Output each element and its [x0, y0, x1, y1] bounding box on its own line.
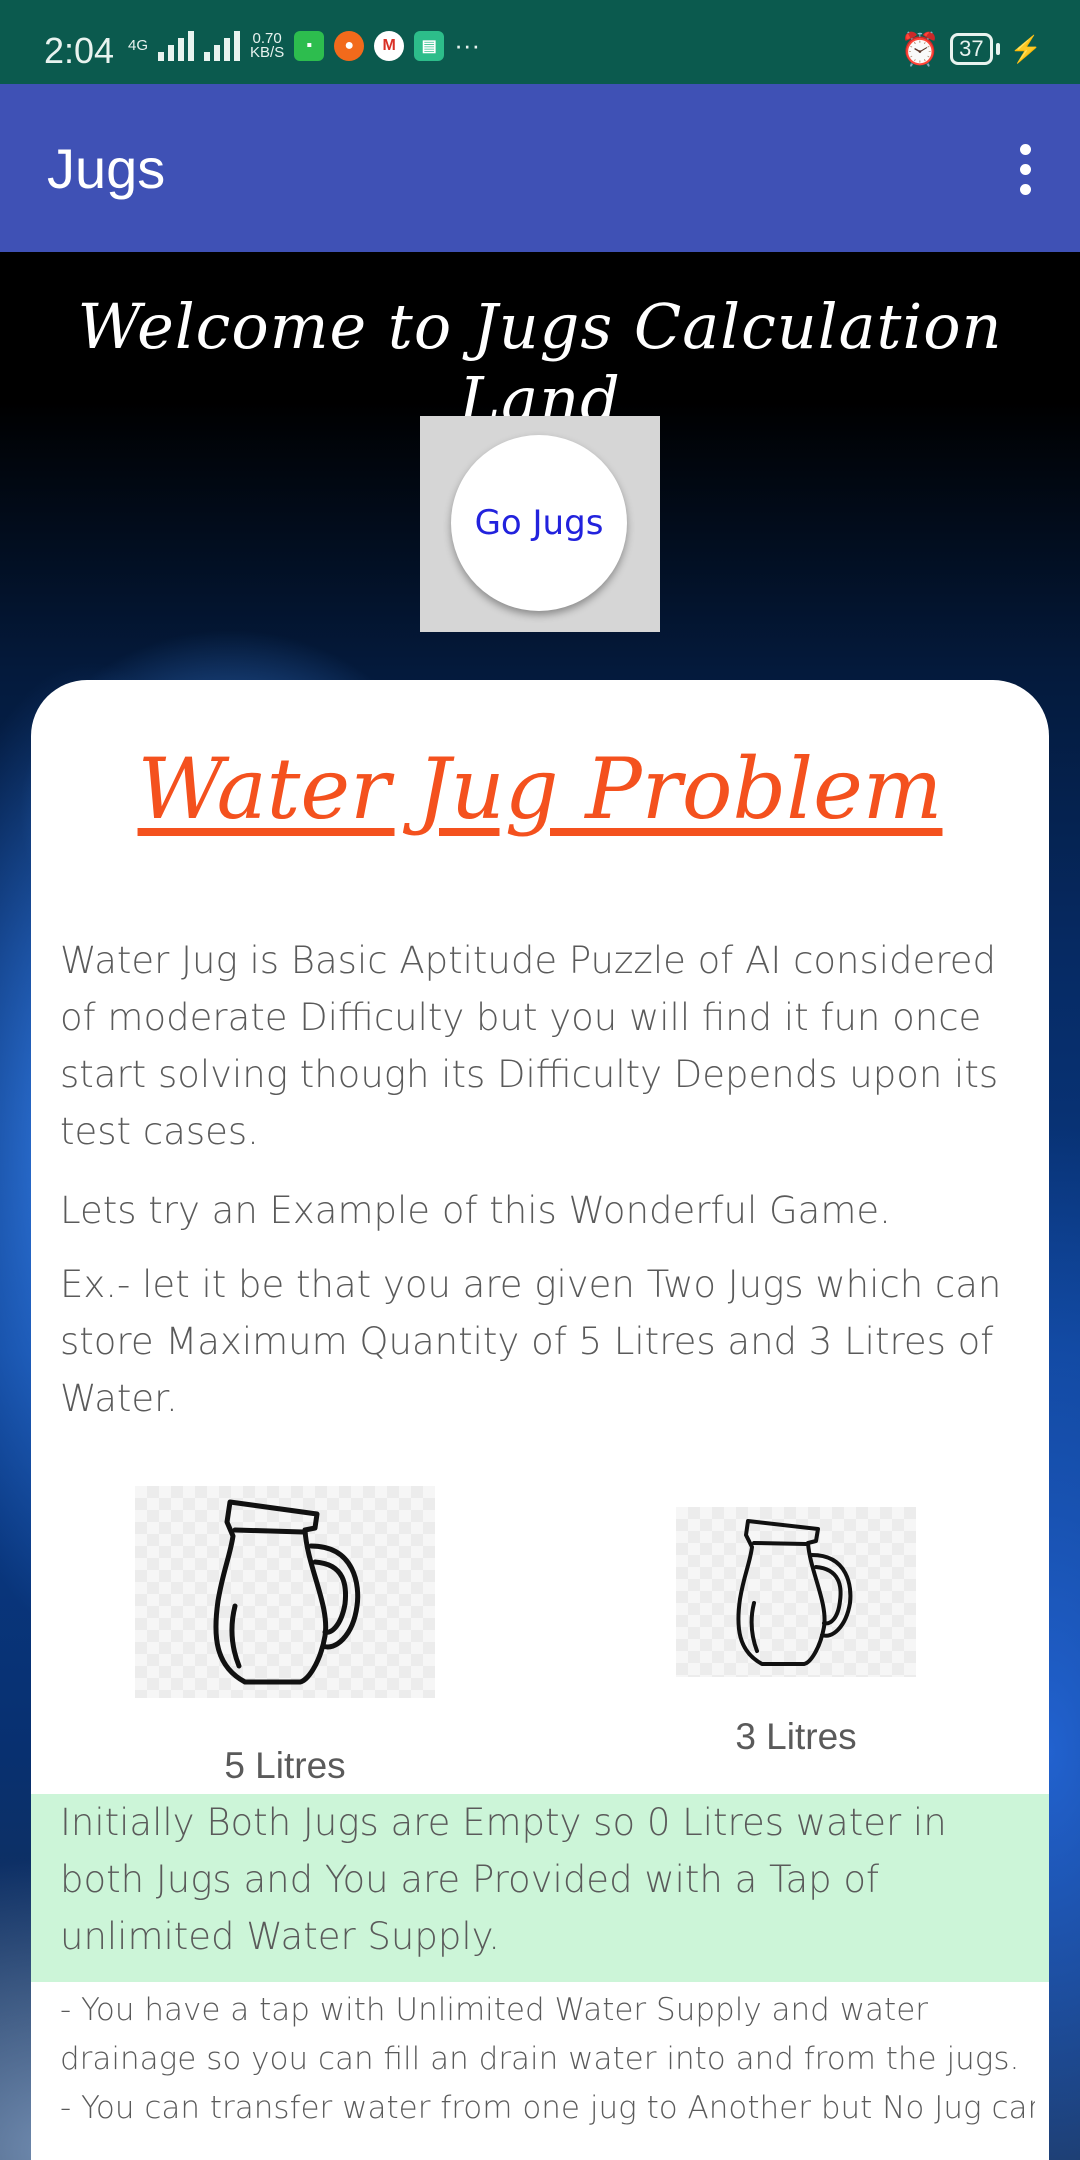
- store-notification-icon: ▤: [414, 30, 445, 61]
- jug-5-litres-image: [135, 1486, 435, 1698]
- signal-icon: [158, 30, 195, 61]
- battery-icon: 37: [950, 33, 1000, 65]
- message-notification-icon: ▪: [294, 30, 325, 61]
- data-speed-unit: KB/S: [250, 43, 285, 61]
- welcome-heading: Welcome to Jugs Calculation Land: [77, 290, 1003, 436]
- clock: 2:04: [44, 30, 115, 71]
- status-bar: 2:04 4G 0.70 KB/S ▪ ● M ▤ ··· ⏰ 37 ⚡: [0, 0, 1080, 84]
- app-bar: Jugs: [0, 84, 1080, 252]
- signal-icon-2: [204, 30, 241, 61]
- battery-level: 37: [950, 33, 993, 65]
- data-speed: 0.70 KB/S: [250, 31, 285, 61]
- status-left-icons: 4G 0.70 KB/S ▪ ● M ▤ ···: [128, 30, 480, 61]
- app-title: Jugs: [47, 137, 166, 200]
- more-notifications-icon: ···: [454, 30, 481, 60]
- rule-1-line-2: drainage so you can fill an drain water …: [60, 2041, 1020, 2077]
- example-paragraph: Ex.- let it be that you are given Two Ju…: [60, 1263, 1002, 1420]
- gmail-icon: M: [374, 30, 405, 61]
- jug-3-litres-label: 3 Litres: [735, 1716, 857, 1757]
- jug-icon-small: [736, 1519, 853, 1666]
- initial-state-highlight: Initially Both Jugs are Empty so 0 Litre…: [31, 1794, 1049, 1982]
- initial-state-text: Initially Both Jugs are Empty so 0 Litre…: [60, 1801, 947, 1958]
- network-type: 4G: [128, 36, 149, 54]
- intro-paragraph: Water Jug is Basic Aptitude Puzzle of AI…: [60, 939, 999, 1153]
- jug-icon: [213, 1499, 361, 1685]
- alarm-icon: ⏰: [900, 31, 941, 67]
- go-jugs-button[interactable]: Go Jugs: [451, 435, 627, 611]
- rule-2-line-1: - You can transfer water from one jug to…: [60, 2090, 1035, 2126]
- app-notification-icon: ●: [334, 30, 365, 61]
- jug-3-litres-image: [676, 1507, 916, 1677]
- status-right-icons: ⏰ 37 ⚡: [900, 30, 1042, 68]
- overflow-menu-icon[interactable]: [990, 134, 1060, 204]
- card-title: Water Jug Problem: [137, 740, 943, 838]
- info-card: Water Jug Problem Water Jug is Basic Apt…: [31, 680, 1049, 2160]
- example-intro: Lets try an Example of this Wonderful Ga…: [60, 1189, 891, 1232]
- jug-5-litres-label: 5 Litres: [224, 1745, 346, 1786]
- rules-list: - You have a tap with Unlimited Water Su…: [60, 1986, 1035, 2133]
- charging-icon: ⚡: [1009, 33, 1042, 64]
- rule-1-line-1: - You have a tap with Unlimited Water Su…: [60, 1992, 929, 2028]
